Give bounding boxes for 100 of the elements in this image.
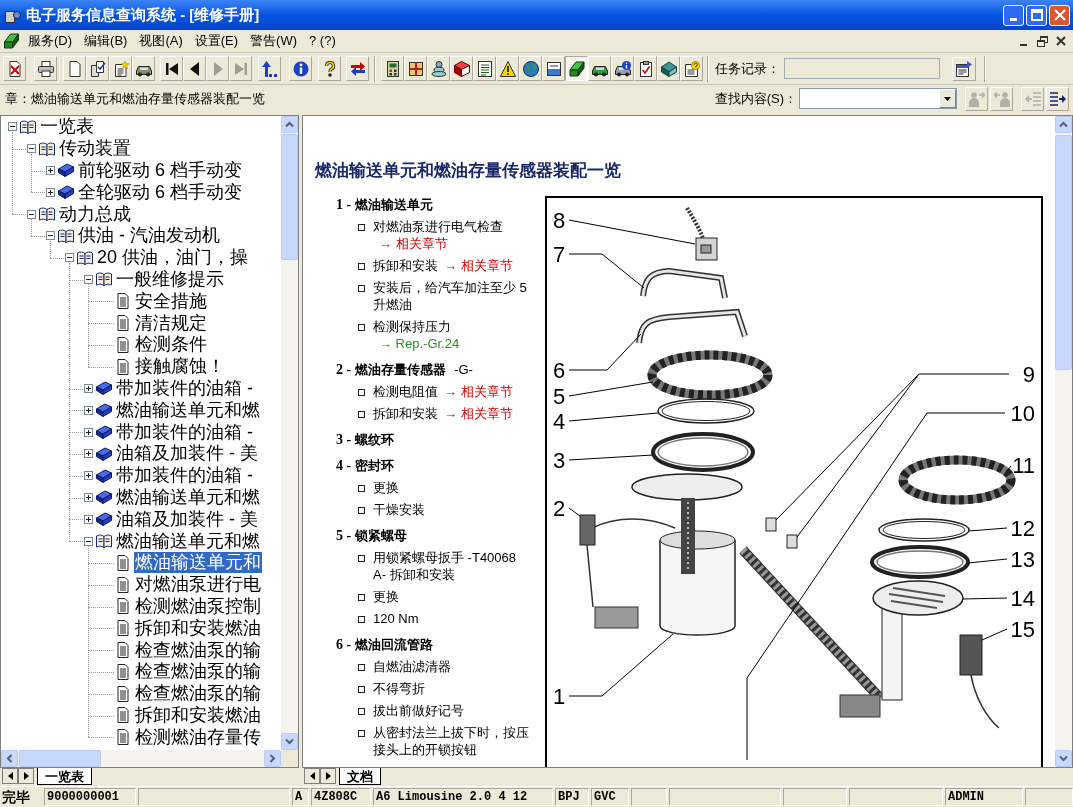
tree-item[interactable]: 前轮驱动 6 档手动变 — [77, 160, 243, 181]
globe-icon — [522, 60, 539, 77]
status-field: A6 Limousine 2.0 4 12 — [373, 788, 553, 806]
callout-number: 3 — [553, 448, 566, 473]
scroll-left-button[interactable] — [2, 768, 18, 784]
plus-box-icon[interactable] — [83, 449, 93, 459]
menu-item[interactable]: 警告(W) — [244, 31, 303, 51]
plus-box-icon[interactable] — [83, 383, 93, 393]
tree-item[interactable]: 检测燃油泵控制 — [134, 595, 262, 617]
scroll-thumb[interactable] — [281, 134, 298, 260]
square-bullet-icon — [358, 616, 365, 623]
scroll-right-button[interactable] — [18, 768, 34, 784]
tree-item[interactable]: 检测燃油存量传 — [134, 726, 262, 748]
note-text: 用锁紧螺母扳手 -T40068 A- 拆卸和安装 — [373, 549, 518, 583]
reference-link[interactable]: → 相关章节 — [444, 258, 513, 273]
reference-link[interactable]: → Rep.-Gr.24 — [379, 336, 460, 351]
item-number: 2 - — [336, 361, 352, 378]
dropdown-button[interactable] — [939, 89, 956, 108]
status-field: GVC — [591, 788, 629, 806]
note-text: 120 Nm — [373, 610, 420, 627]
scroll-down-button[interactable] — [1055, 750, 1072, 767]
item-title: 燃油存量传感器 — [355, 361, 447, 378]
menu-item[interactable]: ? (?) — [303, 31, 342, 51]
minus-box-icon[interactable] — [26, 209, 36, 219]
scroll-up-button[interactable] — [1055, 116, 1072, 133]
minus-box-icon[interactable] — [45, 231, 55, 241]
tree-item[interactable]: 拆卸和安装燃油 — [134, 617, 262, 639]
restore-button[interactable] — [1034, 33, 1050, 49]
tree-item[interactable]: 燃油输送单元和燃 — [115, 530, 261, 552]
tree-item[interactable]: 燃油输送单元和 — [134, 552, 262, 574]
note-text: 检测电阻值 → 相关章节 — [373, 383, 514, 400]
open-book-icon — [39, 206, 55, 223]
scroll-left-button[interactable] — [304, 768, 320, 784]
reference-link[interactable]: → 相关章节 — [444, 384, 513, 399]
minus-box-icon[interactable] — [83, 536, 93, 546]
reference-link[interactable]: → 相关章节 — [379, 236, 448, 251]
tree-item[interactable]: 带加装件的油箱 - — [115, 465, 254, 487]
status-panel — [631, 788, 667, 806]
tree-item[interactable]: 检查燃油泵的输 — [134, 661, 262, 683]
minus-box-icon[interactable] — [64, 253, 74, 263]
minus-box-icon[interactable] — [26, 144, 36, 154]
menu-item[interactable]: 设置(E) — [188, 31, 245, 51]
plus-box-icon[interactable] — [83, 405, 93, 415]
tab[interactable]: 一览表 — [37, 768, 92, 785]
tree-item[interactable]: 拆卸和安装燃油 — [134, 704, 262, 726]
closed-book-icon — [96, 424, 112, 441]
menu-item[interactable]: 视图(A) — [133, 31, 189, 51]
plus-box-icon[interactable] — [83, 514, 93, 524]
tree-item[interactable]: 全轮驱动 6 档手动变 — [77, 181, 243, 203]
person-arrow-icon — [968, 90, 985, 107]
tree-item[interactable]: 20 供油，油门，操 — [96, 247, 250, 269]
plus-box-icon[interactable] — [45, 187, 55, 197]
tree-item[interactable]: 供油 - 汽油发动机 — [77, 225, 221, 247]
scroll-right-button[interactable] — [320, 768, 336, 784]
tree-item[interactable]: 接触腐蚀！ — [134, 356, 226, 378]
tree-item[interactable]: 检查燃油泵的输 — [134, 639, 262, 661]
minus-box-icon[interactable] — [83, 274, 93, 284]
page-icon — [115, 663, 131, 680]
tree-item[interactable]: 燃油输送单元和燃 — [115, 399, 261, 421]
tree-item[interactable]: 检测条件 — [134, 334, 208, 356]
tree-item[interactable]: 安全措施 — [134, 290, 208, 312]
tree-item[interactable]: 油箱及加装件 - 美 — [115, 443, 259, 465]
page-icon — [115, 576, 131, 593]
tree-item[interactable]: 对燃油泵进行电 — [134, 574, 262, 596]
minimize-button[interactable] — [1003, 4, 1024, 26]
tree-item[interactable]: 一般维修提示 — [115, 268, 225, 290]
scroll-up-button[interactable] — [281, 116, 298, 133]
plus-box-icon[interactable] — [83, 492, 93, 502]
form-button[interactable] — [952, 56, 976, 81]
maximize-button[interactable] — [1026, 4, 1047, 26]
square-bullet-icon — [358, 507, 365, 514]
tree-item[interactable]: 清洁规定 — [134, 312, 208, 334]
toolbar-button[interactable] — [565, 56, 588, 81]
menu-item[interactable]: 编辑(B) — [78, 31, 134, 51]
tree-item[interactable]: 燃油输送单元和燃 — [115, 486, 261, 508]
tree-item[interactable]: 带加装件的油箱 - — [115, 421, 254, 443]
note-text: 从密封法兰上拔下时，按压接头上的开锁按钮 — [373, 724, 529, 758]
task-record-field[interactable] — [784, 58, 940, 79]
plus-box-icon[interactable] — [83, 471, 93, 481]
tree-item[interactable]: 带加装件的油箱 - — [115, 377, 254, 399]
scroll-thumb[interactable] — [1055, 135, 1072, 370]
scroll-thumb[interactable] — [19, 750, 101, 767]
plus-box-icon[interactable] — [83, 427, 93, 437]
tree-item[interactable]: 检查燃油泵的输 — [134, 683, 262, 705]
menu-item[interactable]: 服务(D) — [22, 31, 79, 51]
square-bullet-icon — [358, 224, 365, 231]
search-button[interactable] — [1046, 86, 1069, 111]
reference-link[interactable]: → 相关章节 — [444, 406, 513, 421]
tab[interactable]: 文档 — [339, 768, 381, 785]
note-text: 安装后，给汽车加注至少 5 升燃油 — [373, 279, 528, 313]
tree-item[interactable]: 一览表 — [39, 116, 95, 138]
tree-item[interactable]: 油箱及加装件 - 美 — [115, 508, 259, 530]
square-bullet-icon — [358, 686, 365, 693]
tree-item[interactable]: 动力总成 — [58, 203, 132, 225]
grid-box-icon — [407, 60, 424, 77]
scroll-down-button[interactable] — [281, 733, 298, 750]
note-text: 更换 — [373, 588, 400, 605]
plus-box-icon[interactable] — [45, 166, 55, 175]
tree-item[interactable]: 传动装置 — [58, 138, 132, 160]
minus-box-icon[interactable] — [7, 122, 17, 132]
